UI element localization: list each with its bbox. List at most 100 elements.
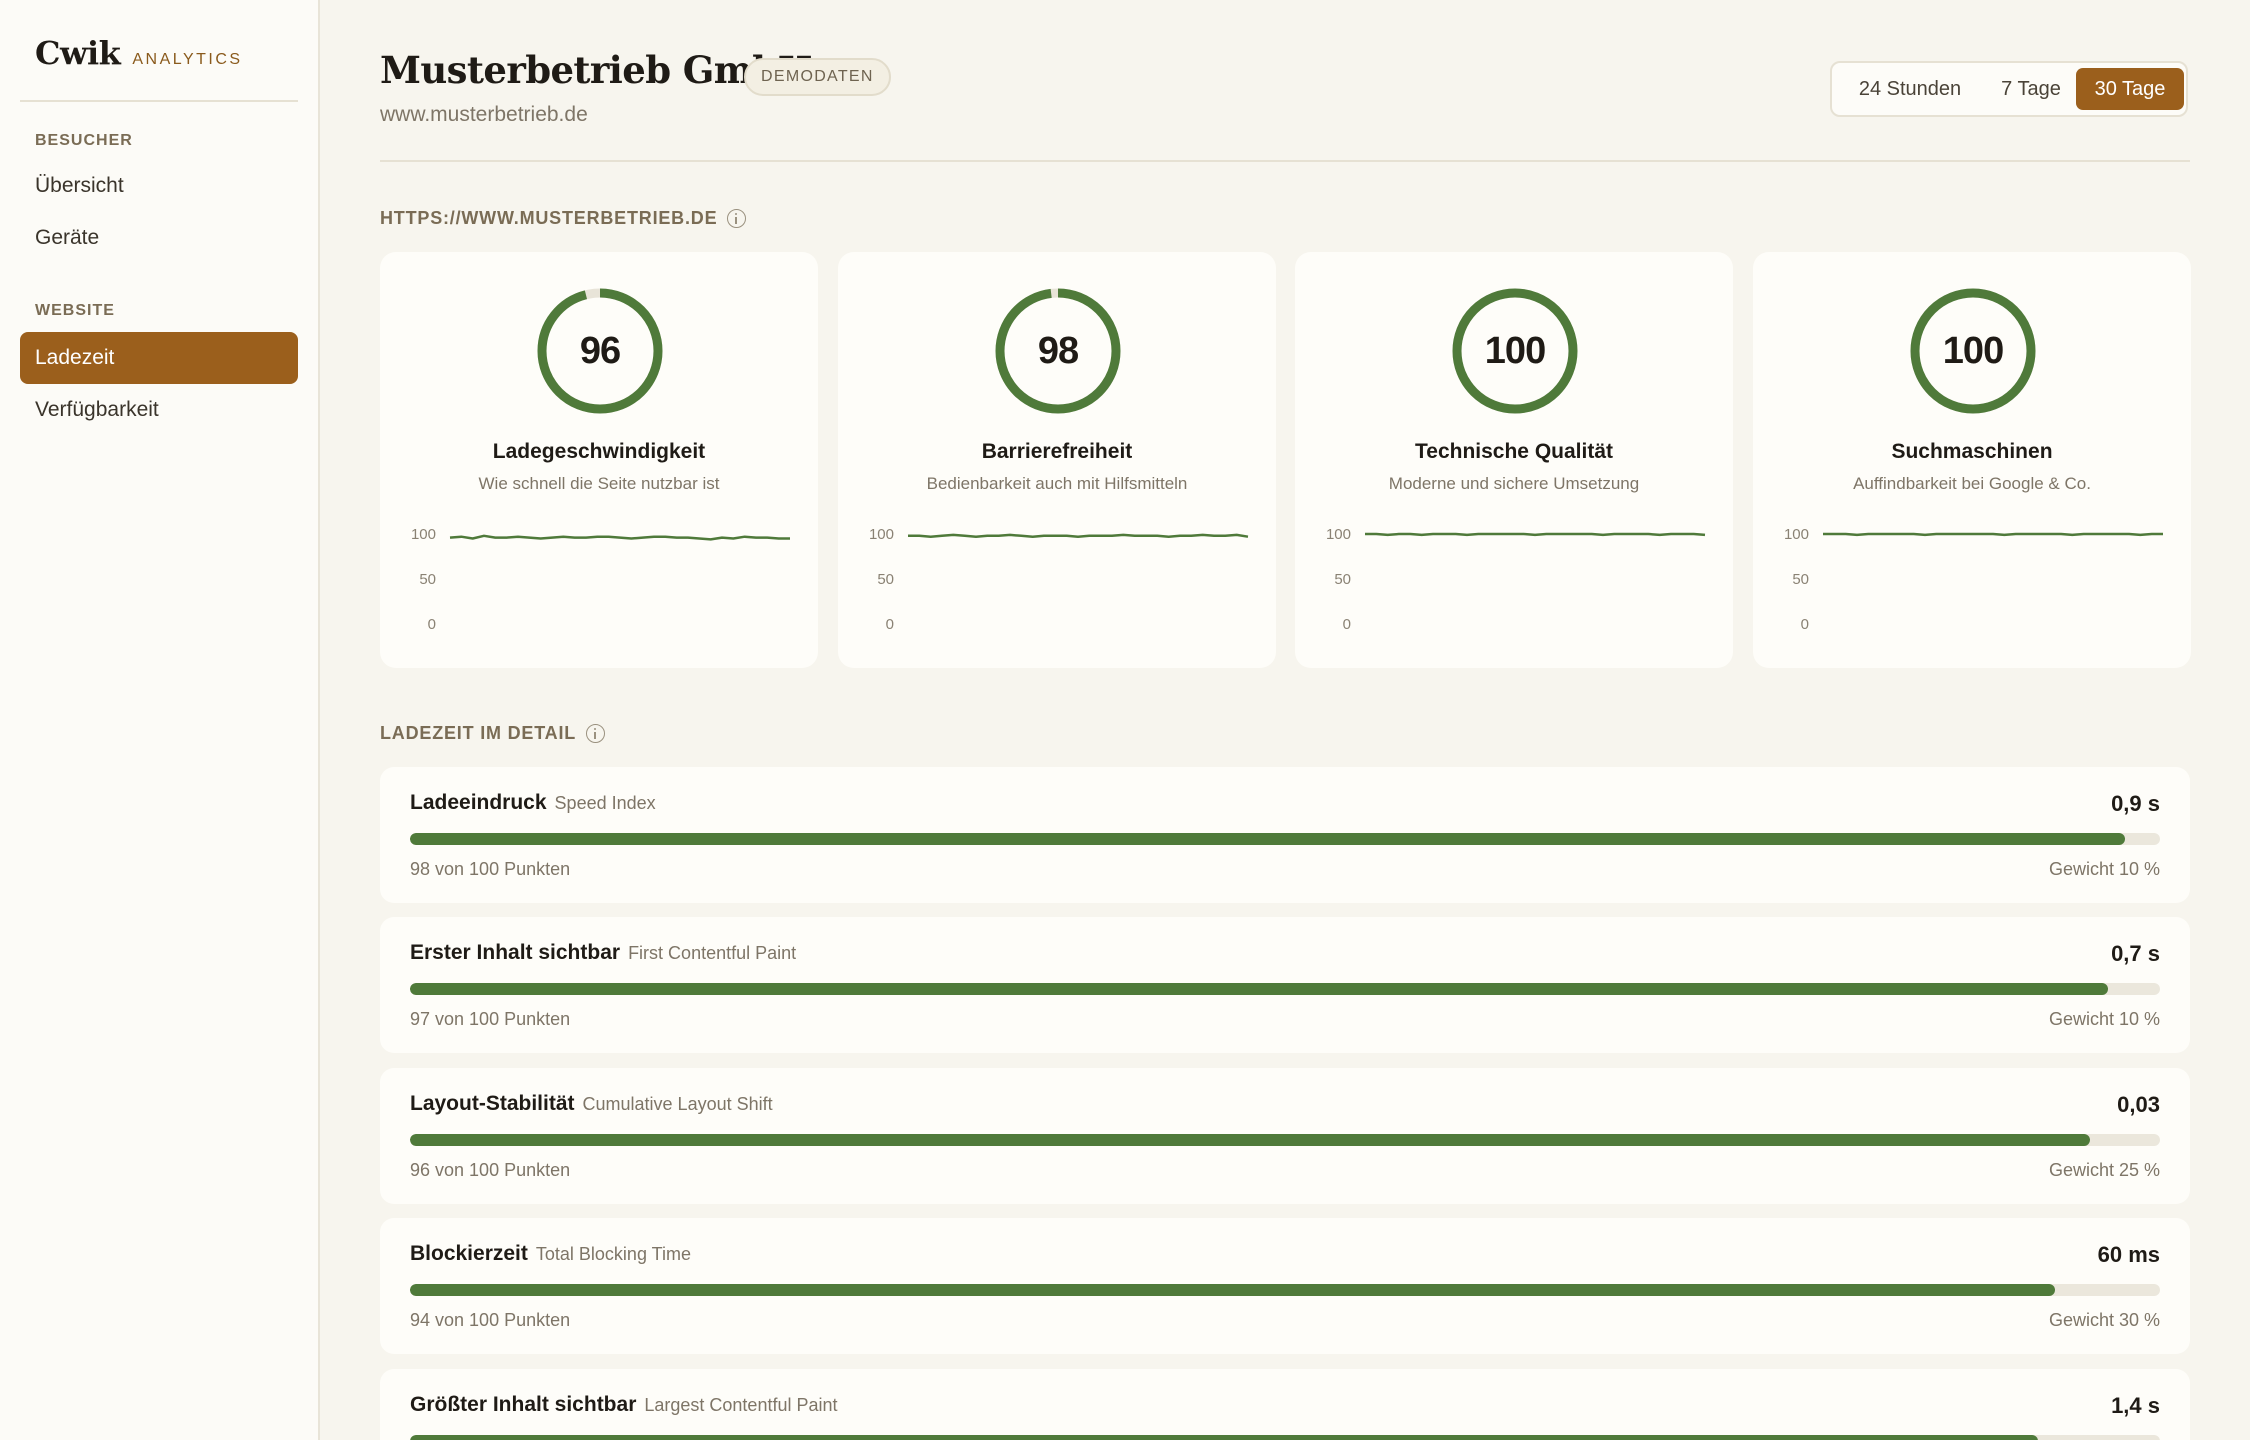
y-tick-label: 50 — [1334, 571, 1351, 588]
metric-progress-bar — [410, 1284, 2160, 1296]
sidebar-divider — [20, 100, 298, 102]
metric-points: 97 von 100 Punkten — [410, 1009, 571, 1029]
score-card[interactable]: 100 Technische Qualität Moderne und sicher… — [1295, 252, 1733, 668]
metric-name: Blockierzeit Total Blocking Time — [410, 1242, 691, 1266]
metric-row[interactable]: Größter Inhalt sichtbar Largest Contentfu… — [380, 1369, 2190, 1440]
metric-label: Erster Inhalt sichtbar — [410, 941, 621, 964]
metric-name: Erster Inhalt sichtbar First Contentful P… — [410, 941, 796, 965]
metric-label: Layout-Stabilität — [410, 1092, 575, 1115]
metric-technical-name: Total Blocking Time — [535, 1244, 691, 1264]
score-value: 100 — [1942, 329, 2004, 372]
metric-progress-fill — [410, 833, 2125, 845]
y-tick-label: 0 — [428, 616, 436, 633]
y-tick-label: 50 — [1792, 571, 1809, 588]
logo-wordmark: Cwik — [35, 34, 121, 72]
logo[interactable]: Cwik ANALYTICS — [35, 34, 243, 72]
score-subtitle: Wie schnell die Seite nutzbar ist — [478, 474, 720, 493]
metric-value: 0,7 s — [2111, 941, 2160, 966]
metric-label: Blockierzeit — [410, 1242, 528, 1265]
metric-progress-bar — [410, 1134, 2160, 1146]
sidebar-item-ladezeit[interactable]: Ladezeit — [20, 332, 298, 384]
logo-subtitle: ANALYTICS — [132, 51, 243, 68]
trend-line — [449, 534, 790, 541]
y-tick-label: 0 — [886, 616, 894, 633]
range-24h-button[interactable]: 24 Stunden — [1840, 68, 1980, 110]
sidebar-item-label: Geräte — [35, 226, 100, 249]
sidebar-item-verfuegbarkeit[interactable]: Verfügbarkeit — [20, 384, 298, 436]
metric-weight: Gewicht 25 % — [2048, 1160, 2160, 1180]
range-30d-button[interactable]: 30 Tage — [2076, 68, 2184, 110]
metric-technical-name: Largest Contentful Paint — [644, 1395, 838, 1415]
header-divider — [380, 160, 2190, 162]
y-tick-label: 0 — [1343, 616, 1351, 633]
score-gauge: 98 — [993, 286, 1123, 416]
y-tick-label: 100 — [869, 526, 894, 543]
metric-weight: Gewicht 30 % — [2048, 1310, 2160, 1330]
metric-weight: Gewicht 10 % — [2048, 1009, 2160, 1029]
y-tick-label: 100 — [411, 526, 436, 543]
trend-line — [908, 533, 1249, 538]
metric-name: Größter Inhalt sichtbar Largest Contentfu… — [410, 1393, 838, 1417]
score-gauge: 96 — [535, 286, 665, 416]
metric-row[interactable]: Layout-Stabilität Cumulative Layout Shift… — [380, 1068, 2190, 1204]
score-trend-chart: 100 50 0 — [411, 526, 790, 633]
detail-section-label: LADEZEIT IM DETAIL — [380, 723, 606, 744]
scores-section-title: HTTPS://WWW.MUSTERBETRIEB.DE — [380, 208, 718, 228]
metric-points: 96 von 100 Punkten — [410, 1160, 571, 1180]
sidebar-item-label: Ladezeit — [35, 346, 115, 369]
metric-row[interactable]: Blockierzeit Total Blocking Time 60 ms 94 v… — [380, 1218, 2190, 1354]
range-7d-button[interactable]: 7 Tage — [1980, 68, 2082, 110]
y-tick-label: 50 — [877, 571, 894, 588]
metric-progress-bar — [410, 833, 2160, 845]
metric-technical-name: First Contentful Paint — [628, 943, 797, 963]
metric-name: Layout-Stabilität Cumulative Layout Shift — [410, 1092, 773, 1116]
metric-value: 1,4 s — [2111, 1393, 2160, 1418]
score-title: Ladegeschwindigkeit — [492, 440, 706, 463]
score-value: 100 — [1484, 329, 1546, 372]
time-range-selector: 24 Stunden 7 Tage 30 Tage — [1830, 61, 2188, 117]
score-subtitle: Auffindbarkeit bei Google & Co. — [1853, 474, 2091, 493]
detail-section-title: LADEZEIT IM DETAIL — [380, 723, 577, 743]
score-title: Technische Qualität — [1415, 440, 1613, 463]
metric-technical-name: Cumulative Layout Shift — [582, 1094, 773, 1114]
sidebar-item-label: Verfügbarkeit — [35, 398, 159, 421]
metric-progress-fill — [410, 983, 2108, 995]
metric-row[interactable]: Ladeeindruck Speed Index 0,9 s 98 von 100 P… — [380, 767, 2190, 903]
score-value: 96 — [579, 329, 621, 372]
y-tick-label: 100 — [1326, 526, 1351, 543]
trend-line — [1823, 532, 2163, 537]
sidebar-section-besucher: BESUCHER — [35, 132, 133, 149]
score-card[interactable]: 100 Suchmaschinen Auffindbarkeit bei Googl… — [1753, 252, 2191, 668]
sidebar-item-label: Übersicht — [35, 174, 124, 197]
metric-label: Größter Inhalt sichtbar — [410, 1393, 637, 1416]
main-content: Musterbetrieb GmbH DEMODATEN www.musterb… — [380, 0, 2191, 1440]
score-card[interactable]: 96 Ladegeschwindigkeit Wie schnell die Sei… — [380, 252, 818, 668]
site-url: www.musterbetrieb.de — [380, 103, 588, 126]
y-tick-label: 50 — [419, 571, 436, 588]
sidebar-item-uebersicht[interactable]: Übersicht — [20, 160, 298, 212]
metric-weight: Gewicht 10 % — [2048, 859, 2160, 879]
score-trend-chart: 100 50 0 — [869, 526, 1249, 633]
metric-label: Ladeeindruck — [410, 791, 547, 814]
metric-row[interactable]: Erster Inhalt sichtbar First Contentful P… — [380, 917, 2190, 1053]
info-icon[interactable] — [586, 724, 606, 743]
score-trend-chart: 100 50 0 — [1784, 526, 2163, 633]
metric-value: 0,03 — [2117, 1092, 2160, 1117]
score-value: 98 — [1037, 329, 1079, 372]
metric-progress-bar — [410, 983, 2160, 995]
y-tick-label: 100 — [1784, 526, 1809, 543]
trend-line — [1365, 532, 1706, 537]
metric-technical-name: Speed Index — [554, 793, 656, 813]
metric-progress-fill — [410, 1435, 2038, 1440]
metric-value: 60 ms — [2097, 1242, 2160, 1267]
demo-badge: DEMODATEN — [744, 58, 891, 96]
sidebar-item-geraete[interactable]: Geräte — [20, 212, 298, 264]
sidebar: Cwik ANALYTICS BESUCHER Übersicht Geräte… — [0, 0, 320, 1440]
info-icon[interactable] — [727, 209, 747, 228]
score-card[interactable]: 98 Barrierefreiheit Bedienbarkeit auch mit… — [838, 252, 1276, 668]
score-subtitle: Moderne und sichere Umsetzung — [1388, 474, 1640, 493]
score-title: Barrierefreiheit — [981, 440, 1133, 463]
metric-value: 0,9 s — [2111, 791, 2160, 816]
score-gauge: 100 — [1450, 286, 1580, 416]
metric-progress-bar — [410, 1435, 2160, 1440]
